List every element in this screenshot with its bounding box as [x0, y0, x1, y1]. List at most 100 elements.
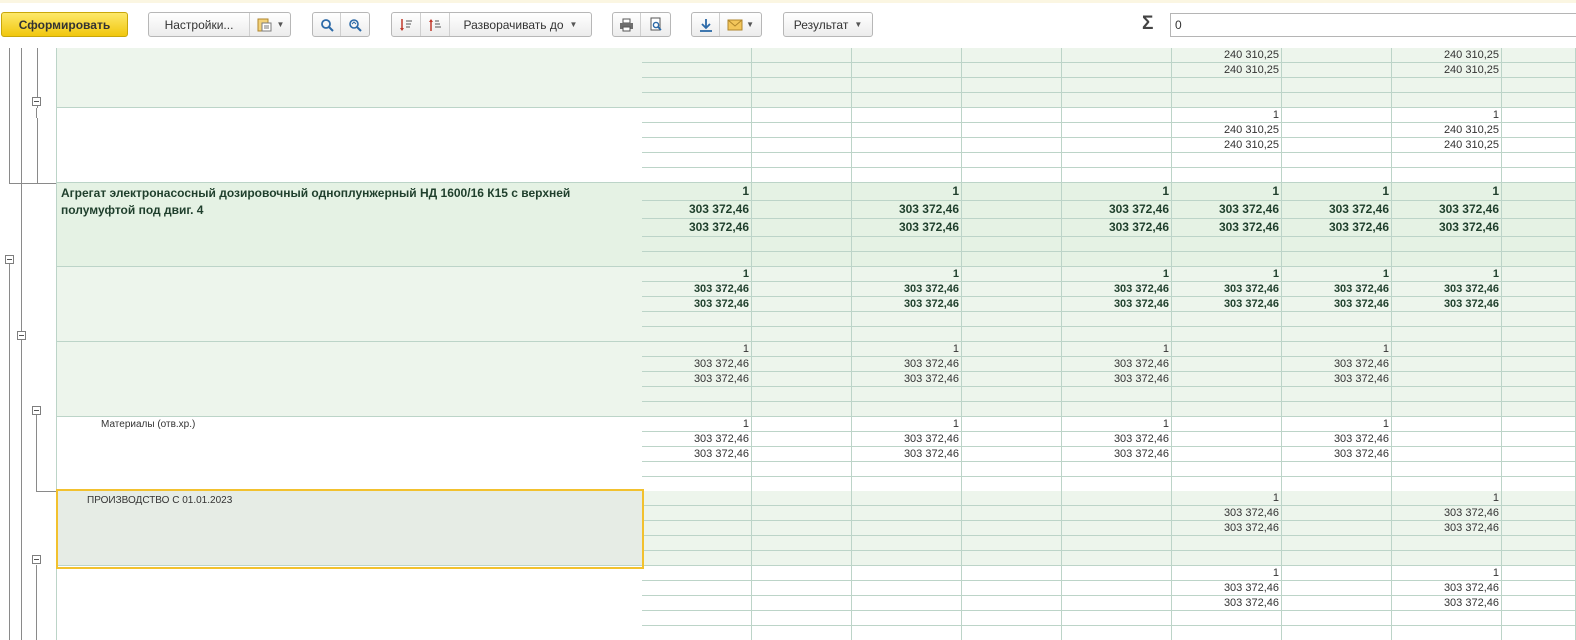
report-cell[interactable]	[752, 183, 852, 201]
report-cell[interactable]: 303 372,46	[1062, 297, 1172, 312]
report-cell[interactable]: 1	[1062, 267, 1172, 282]
report-cell[interactable]	[962, 491, 1062, 506]
report-cell[interactable]	[642, 581, 752, 596]
report-cell[interactable]	[752, 168, 852, 183]
report-cell[interactable]	[962, 153, 1062, 168]
report-cell[interactable]	[1172, 78, 1282, 93]
report-cell[interactable]	[962, 93, 1062, 108]
report-cell[interactable]	[1392, 327, 1502, 342]
report-cell[interactable]	[1392, 252, 1502, 267]
report-cell[interactable]	[962, 447, 1062, 462]
print-button[interactable]	[613, 13, 642, 36]
row-description[interactable]	[56, 108, 642, 183]
report-cell[interactable]	[1062, 491, 1172, 506]
report-cell[interactable]	[1062, 581, 1172, 596]
report-cell[interactable]	[1282, 123, 1392, 138]
report-cell[interactable]: 303 372,46	[852, 219, 962, 237]
report-cell[interactable]	[1502, 566, 1576, 581]
report-cell[interactable]	[1282, 551, 1392, 566]
report-cell[interactable]	[1172, 477, 1282, 492]
report-cell[interactable]: 1	[852, 342, 962, 357]
report-cell[interactable]	[1172, 387, 1282, 402]
report-cell[interactable]: 303 372,46	[642, 357, 752, 372]
report-cell[interactable]	[642, 63, 752, 78]
report-cell[interactable]	[1502, 153, 1576, 168]
report-cell[interactable]	[1062, 626, 1172, 640]
report-cell[interactable]	[1282, 491, 1392, 506]
report-cell[interactable]	[642, 402, 752, 417]
report-cell[interactable]	[1062, 462, 1172, 477]
report-cell[interactable]: 303 372,46	[852, 372, 962, 387]
report-cell[interactable]	[642, 462, 752, 477]
report-cell[interactable]	[752, 78, 852, 93]
report-cell[interactable]	[1502, 596, 1576, 611]
collapse-minus-icon[interactable]	[32, 555, 41, 564]
report-cell[interactable]	[1062, 168, 1172, 183]
report-cell[interactable]	[1392, 93, 1502, 108]
report-cell[interactable]	[1062, 123, 1172, 138]
report-cell[interactable]: 1	[1392, 566, 1502, 581]
report-cell[interactable]	[642, 123, 752, 138]
report-cell[interactable]	[1502, 432, 1576, 447]
report-cell[interactable]	[1502, 462, 1576, 477]
report-cell[interactable]	[962, 402, 1062, 417]
report-cell[interactable]	[852, 402, 962, 417]
report-cell[interactable]	[642, 237, 752, 252]
report-cell[interactable]	[852, 237, 962, 252]
report-cell[interactable]	[752, 417, 852, 432]
report-cell[interactable]	[752, 282, 852, 297]
report-cell[interactable]	[1282, 566, 1392, 581]
report-cell[interactable]	[1172, 447, 1282, 462]
report-cell[interactable]	[962, 372, 1062, 387]
report-cell[interactable]	[752, 237, 852, 252]
report-cell[interactable]	[1282, 153, 1392, 168]
report-cell[interactable]	[852, 327, 962, 342]
report-cell[interactable]	[1502, 168, 1576, 183]
report-cell[interactable]	[1062, 477, 1172, 492]
report-cell[interactable]	[1502, 417, 1576, 432]
report-cell[interactable]: 240 310,25	[1392, 48, 1502, 63]
report-cell[interactable]	[962, 282, 1062, 297]
report-cell[interactable]: 303 372,46	[1392, 596, 1502, 611]
report-cell[interactable]	[962, 462, 1062, 477]
report-cell[interactable]	[852, 506, 962, 521]
report-cell[interactable]	[1282, 63, 1392, 78]
report-cell[interactable]	[1062, 93, 1172, 108]
report-cell[interactable]	[1282, 536, 1392, 551]
report-cell[interactable]	[1502, 387, 1576, 402]
report-cell[interactable]	[752, 402, 852, 417]
print-preview-button[interactable]	[641, 13, 670, 36]
report-cell[interactable]	[1062, 312, 1172, 327]
report-cell[interactable]	[1062, 596, 1172, 611]
report-cell[interactable]	[642, 138, 752, 153]
report-cell[interactable]	[752, 48, 852, 63]
report-cell[interactable]	[1062, 108, 1172, 123]
report-cell[interactable]	[752, 447, 852, 462]
save-button[interactable]	[692, 13, 721, 36]
row-description[interactable]: Агрегат электронасосный дозировочный одн…	[56, 183, 642, 267]
report-cell[interactable]	[1282, 312, 1392, 327]
report-cell[interactable]: 303 372,46	[642, 447, 752, 462]
report-cell[interactable]	[1502, 63, 1576, 78]
report-cell[interactable]	[752, 201, 852, 219]
report-cell[interactable]	[1392, 447, 1502, 462]
report-cell[interactable]	[752, 153, 852, 168]
report-cell[interactable]	[1502, 48, 1576, 63]
report-cell[interactable]	[752, 626, 852, 640]
report-cell[interactable]	[1282, 477, 1392, 492]
report-cell[interactable]: 303 372,46	[1282, 219, 1392, 237]
report-cell[interactable]: 1	[1392, 491, 1502, 506]
report-cell[interactable]: 303 372,46	[1282, 201, 1392, 219]
generate-button[interactable]: Сформировать	[1, 12, 128, 37]
report-cell[interactable]: 1	[642, 342, 752, 357]
report-cell[interactable]	[1392, 611, 1502, 626]
report-cell[interactable]	[1392, 168, 1502, 183]
report-cell[interactable]	[1502, 521, 1576, 536]
report-cell[interactable]	[1502, 267, 1576, 282]
report-cell[interactable]	[962, 581, 1062, 596]
report-cell[interactable]	[752, 611, 852, 626]
report-cell[interactable]	[1172, 357, 1282, 372]
report-cell[interactable]	[962, 237, 1062, 252]
report-cell[interactable]	[752, 342, 852, 357]
report-cell[interactable]	[852, 387, 962, 402]
